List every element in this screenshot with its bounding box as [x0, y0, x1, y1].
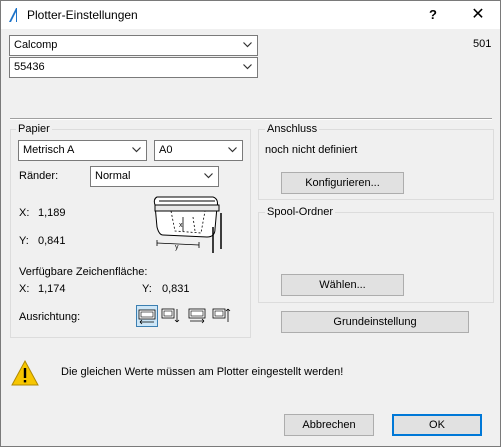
ok-button[interactable]: OK: [392, 414, 482, 436]
warning-text: Die gleichen Werte müssen am Plotter ein…: [61, 366, 344, 378]
available-area-label: Verfügbare Zeichenfläche:: [19, 266, 148, 278]
chevron-down-icon: [204, 173, 213, 179]
margins-select-value: Normal: [95, 170, 131, 182]
separator-line: [10, 118, 492, 120]
paper-size-value: A0: [159, 144, 173, 156]
orientation-landscape-alt-button[interactable]: [187, 305, 209, 327]
landscape-alt-printer-icon: [188, 308, 206, 324]
plotter-select-value: Calcomp: [14, 39, 58, 51]
model-select-value: 55436: [14, 61, 45, 73]
available-y-value: 0,831: [162, 283, 190, 295]
paper-format-value: Metrisch A: [23, 144, 75, 156]
available-y-label: Y:: [142, 283, 152, 295]
margins-label: Ränder:: [19, 170, 59, 182]
diagram-y-label: y: [175, 244, 179, 251]
diagram-x-label: x: [179, 222, 183, 229]
landscape-printer-icon: [138, 309, 156, 325]
chevron-down-icon: [243, 42, 252, 48]
chevron-down-icon: [132, 147, 141, 153]
chevron-down-icon: [243, 64, 252, 70]
connection-status: noch nicht definiert: [265, 144, 358, 156]
configure-button[interactable]: Konfigurieren...: [281, 172, 404, 194]
cancel-button[interactable]: Abbrechen: [284, 414, 374, 436]
available-x-value: 1,174: [38, 283, 66, 295]
paper-group-title: Papier: [16, 123, 52, 135]
margins-select[interactable]: Normal: [90, 166, 219, 187]
orientation-portrait-button[interactable]: [160, 305, 182, 327]
title-bar: Plotter-Einstellungen ? ✕: [1, 1, 500, 29]
paper-size-select[interactable]: A0: [154, 140, 243, 161]
orientation-label: Ausrichtung:: [19, 311, 81, 323]
warning-icon: [11, 359, 39, 386]
paper-x-value: 1,189: [38, 207, 66, 219]
close-button[interactable]: ✕: [456, 1, 500, 29]
portrait-alt-printer-icon: [212, 308, 231, 322]
connection-group-title: Anschluss: [265, 123, 320, 135]
paper-format-select[interactable]: Metrisch A: [18, 140, 147, 161]
spool-group-title: Spool-Ordner: [265, 206, 336, 218]
orientation-portrait-alt-button[interactable]: [211, 305, 233, 327]
app-logo-icon: [9, 8, 17, 22]
paper-y-label: Y:: [19, 235, 29, 247]
dialog-window: Plotter-Einstellungen ? ✕ Calcomp 501 55…: [0, 0, 501, 447]
plotter-diagram-icon: x y: [153, 196, 222, 253]
choose-folder-button[interactable]: Wählen...: [281, 274, 404, 296]
help-button[interactable]: ?: [411, 1, 455, 29]
defaults-button[interactable]: Grundeinstellung: [281, 311, 469, 333]
paper-x-label: X:: [19, 207, 30, 219]
portrait-printer-icon: [161, 308, 180, 323]
available-x-label: X:: [19, 283, 30, 295]
dialog-number: 501: [473, 38, 492, 50]
paper-y-value: 0,841: [38, 235, 66, 247]
orientation-landscape-button[interactable]: [136, 305, 158, 327]
plotter-select[interactable]: Calcomp: [9, 35, 258, 56]
model-select[interactable]: 55436: [9, 57, 258, 78]
window-title: Plotter-Einstellungen: [27, 8, 138, 22]
chevron-down-icon: [228, 147, 237, 153]
